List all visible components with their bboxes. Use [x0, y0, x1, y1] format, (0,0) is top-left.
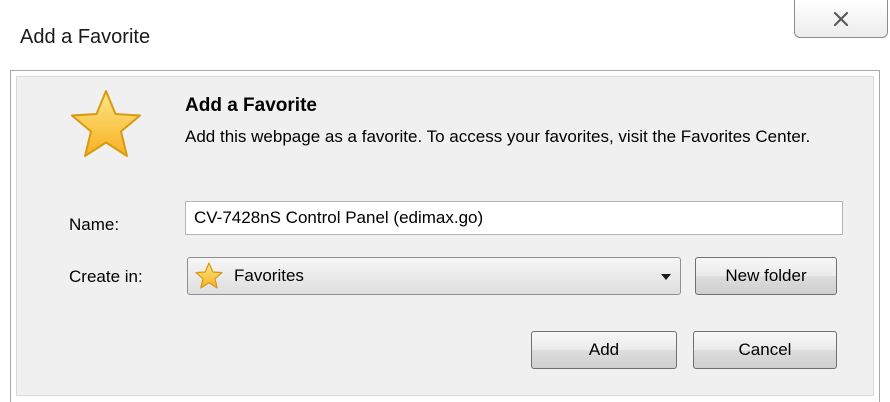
name-label: Name:	[69, 215, 120, 234]
create-in-selected-value: Favorites	[234, 266, 304, 285]
add-button[interactable]: Add	[531, 331, 677, 369]
dialog-content: Add a Favorite Add this webpage as a fav…	[16, 76, 874, 396]
star-icon	[195, 262, 223, 289]
add-favorite-dialog: Add a Favorite Add a Favorite Add this w…	[0, 0, 890, 402]
dialog-heading: Add a Favorite	[185, 95, 317, 116]
chevron-down-icon	[661, 274, 671, 280]
new-folder-button[interactable]: New folder	[695, 257, 837, 295]
dialog-description: Add this webpage as a favorite. To acces…	[185, 127, 811, 146]
close-icon	[833, 11, 849, 26]
star-icon	[71, 90, 141, 157]
window-title: Add a Favorite	[20, 26, 151, 48]
title-bar: Add a Favorite	[0, 0, 890, 70]
create-in-dropdown[interactable]: Favorites	[187, 257, 681, 295]
name-input[interactable]	[185, 201, 843, 235]
close-button[interactable]	[794, 0, 888, 38]
create-in-label: Create in:	[69, 267, 143, 286]
cancel-button[interactable]: Cancel	[693, 331, 837, 369]
